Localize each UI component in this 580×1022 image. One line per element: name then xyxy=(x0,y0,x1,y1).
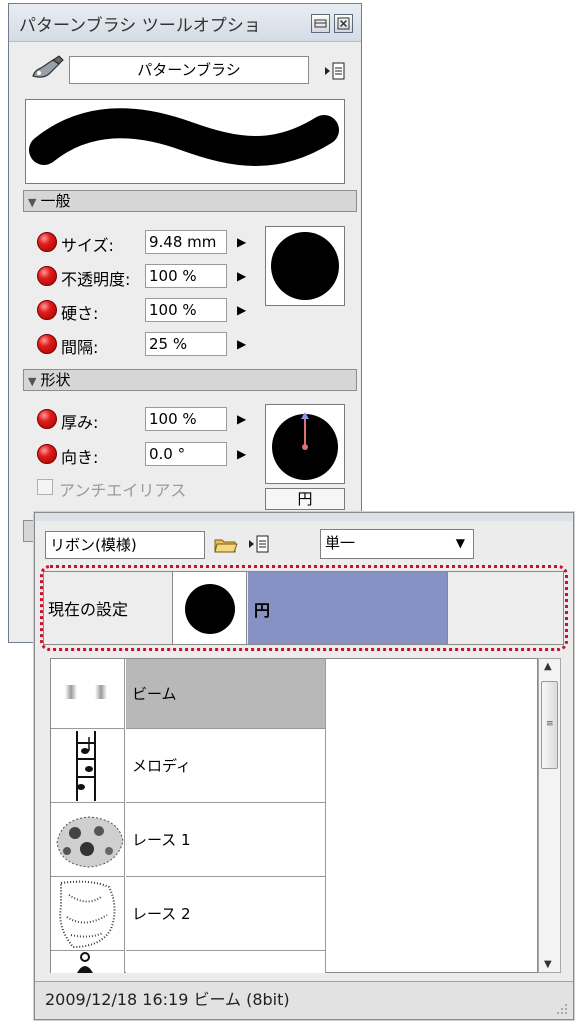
hardness-slider-arrow-icon[interactable]: ▶ xyxy=(237,303,246,317)
material-title-bar[interactable] xyxy=(35,513,573,521)
folder-icon[interactable] xyxy=(213,533,239,557)
opacity-slider-arrow-icon[interactable]: ▶ xyxy=(237,269,246,283)
list-item-partial[interactable] xyxy=(126,951,326,973)
direction-input[interactable]: 0.0 ° xyxy=(145,442,227,466)
palette-menu-icon[interactable] xyxy=(323,60,347,82)
thumbnail-lace-2[interactable] xyxy=(51,877,125,951)
direction-label: 向き: xyxy=(61,448,99,467)
list-item-melody[interactable]: メロディ xyxy=(126,729,326,803)
brush-tip-preview xyxy=(265,226,345,306)
thickness-pressure-icon[interactable] xyxy=(37,409,57,429)
size-slider-arrow-icon[interactable]: ▶ xyxy=(237,235,246,249)
size-pressure-icon[interactable] xyxy=(37,232,57,252)
tool-name-field[interactable]: パターンブラシ xyxy=(69,56,309,84)
mode-select-value: 単一 xyxy=(325,534,356,552)
opacity-label: 不透明度: xyxy=(61,270,131,289)
antialias-checkbox[interactable] xyxy=(37,479,53,495)
size-input[interactable]: 9.48 mm xyxy=(145,230,227,254)
antialias-label: アンチエイリアス xyxy=(59,481,187,500)
material-status-bar: 2009/12/18 16:19 ビーム (8bit) xyxy=(35,981,573,1019)
thumbnail-melody[interactable] xyxy=(51,729,125,803)
resize-grip-icon[interactable] xyxy=(555,1001,569,1015)
pattern-brush-icon[interactable] xyxy=(29,54,67,82)
collapse-triangle-icon: ▼ xyxy=(28,375,37,388)
section-shape-label: 形状 xyxy=(40,371,71,389)
spacing-input[interactable]: 25 % xyxy=(145,332,227,356)
material-category-field[interactable]: リボン(模様) xyxy=(45,531,205,559)
chevron-down-icon: ▼ xyxy=(455,536,465,550)
opacity-input[interactable]: 100 % xyxy=(145,264,227,288)
grip-icon: ≡ xyxy=(546,719,554,729)
scroll-thumb[interactable]: ≡ xyxy=(541,681,558,769)
palette-title: パターンブラシ ツールオプショ xyxy=(19,16,261,36)
material-palette: リボン(模様) 単一 ▼ 現在の設定 円 ビーム メロディ レース 1 レース … xyxy=(34,512,574,1020)
opacity-pressure-icon[interactable] xyxy=(37,266,57,286)
hardness-label: 硬さ: xyxy=(61,304,99,323)
direction-slider-arrow-icon[interactable]: ▶ xyxy=(237,447,246,461)
stroke-preview xyxy=(25,99,345,184)
minimize-icon[interactable] xyxy=(311,14,330,33)
thumbnail-beam[interactable] xyxy=(51,659,125,729)
thickness-input[interactable]: 100 % xyxy=(145,407,227,431)
scroll-down-icon[interactable]: ▼ xyxy=(544,959,552,970)
material-list[interactable]: ビーム メロディ レース 1 レース 2 xyxy=(50,658,538,973)
size-label: サイズ: xyxy=(61,236,114,255)
spacing-pressure-icon[interactable] xyxy=(37,334,57,354)
material-menu-icon[interactable] xyxy=(247,533,271,555)
section-general-header[interactable]: ▼ 一般 xyxy=(23,190,357,212)
list-item-lace-1[interactable]: レース 1 xyxy=(126,803,326,877)
highlight-dotted-outline xyxy=(40,565,568,651)
list-item-beam[interactable]: ビーム xyxy=(126,659,326,729)
list-item-lace-2[interactable]: レース 2 xyxy=(126,877,326,951)
hardness-input[interactable]: 100 % xyxy=(145,298,227,322)
collapse-triangle-icon: ▼ xyxy=(28,196,37,209)
thumbnail-lace-1[interactable] xyxy=(51,803,125,877)
mode-select[interactable]: 単一 ▼ xyxy=(320,529,474,559)
section-shape-header[interactable]: ▼ 形状 xyxy=(23,369,357,391)
palette-title-bar[interactable]: パターンブラシ ツールオプショ xyxy=(9,4,361,42)
shape-direction-preview[interactable] xyxy=(265,404,345,484)
scroll-up-icon[interactable]: ▲ xyxy=(544,661,552,672)
hardness-pressure-icon[interactable] xyxy=(37,300,57,320)
thickness-slider-arrow-icon[interactable]: ▶ xyxy=(237,412,246,426)
spacing-slider-arrow-icon[interactable]: ▶ xyxy=(237,337,246,351)
close-icon[interactable] xyxy=(334,14,353,33)
direction-pressure-icon[interactable] xyxy=(37,444,57,464)
thumbnail-partial[interactable] xyxy=(51,951,125,973)
thickness-label: 厚み: xyxy=(61,413,99,432)
shape-name-button[interactable]: 円 xyxy=(265,488,345,510)
spacing-label: 間隔: xyxy=(61,338,99,357)
section-general-label: 一般 xyxy=(40,192,71,210)
list-scrollbar[interactable]: ▲ ≡ ▼ xyxy=(538,658,561,973)
